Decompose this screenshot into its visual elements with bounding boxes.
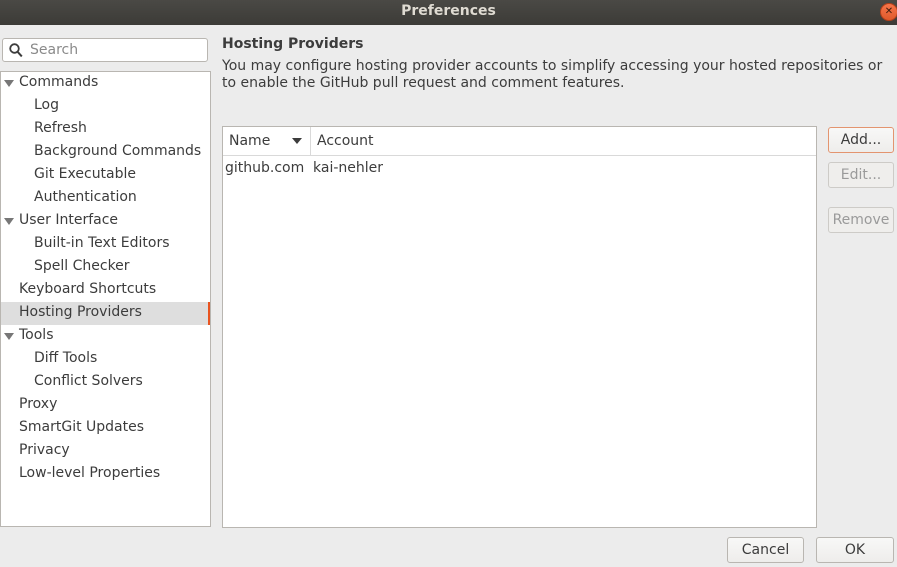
sidebar-item-label: Git Executable	[34, 166, 137, 182]
table-row[interactable]: github.com kai-nehler	[223, 156, 816, 180]
sidebar-item-label: Keyboard Shortcuts	[19, 281, 157, 297]
search-icon	[9, 43, 23, 58]
sidebar-item-label: Commands	[19, 74, 99, 90]
sidebar-item-git-executable[interactable]: Git Executable	[1, 164, 210, 187]
sidebar-item-keyboard-shortcuts[interactable]: Keyboard Shortcuts	[1, 279, 210, 302]
cell-account: kai-nehler	[313, 160, 383, 176]
title-bar: Preferences ✕	[0, 0, 897, 25]
sidebar-item-smartgit-updates[interactable]: SmartGit Updates	[1, 417, 210, 440]
sidebar-item-label: Log	[34, 97, 60, 113]
sidebar-item-label: Built-in Text Editors	[34, 235, 170, 251]
table-header: Name Account	[223, 127, 816, 156]
edit-button[interactable]: Edit...	[828, 162, 894, 188]
sidebar-item-conflict-solvers[interactable]: Conflict Solvers	[1, 371, 210, 394]
sidebar-item-proxy[interactable]: Proxy	[1, 394, 210, 417]
sidebar-item-tools[interactable]: Tools	[1, 325, 210, 348]
sidebar-item-privacy[interactable]: Privacy	[1, 440, 210, 463]
sidebar-item-label: User Interface	[19, 212, 119, 228]
sidebar-item-label: Diff Tools	[34, 350, 98, 366]
column-divider[interactable]	[310, 127, 311, 155]
sidebar-item-label: Privacy	[19, 442, 70, 458]
sidebar-item-label: Conflict Solvers	[34, 373, 143, 389]
sidebar-item-hosting-providers[interactable]: Hosting Providers	[1, 302, 210, 325]
sidebar-item-label: Low-level Properties	[19, 465, 161, 481]
column-header-name[interactable]: Name	[229, 127, 270, 155]
search-placeholder: Search	[30, 42, 79, 58]
sidebar-item-label: Background Commands	[34, 143, 202, 159]
ok-button[interactable]: OK	[816, 537, 894, 563]
sidebar-item-log[interactable]: Log	[1, 95, 210, 118]
sidebar-item-label: Hosting Providers	[19, 304, 142, 320]
sidebar-item-spell-checker[interactable]: Spell Checker	[1, 256, 210, 279]
cell-name: github.com	[225, 160, 305, 176]
page-description: You may configure hosting provider accou…	[222, 58, 883, 91]
sidebar-item-commands[interactable]: Commands	[1, 72, 210, 95]
sidebar-item-user-interface[interactable]: User Interface	[1, 210, 210, 233]
sidebar-item-label: Proxy	[19, 396, 58, 412]
sidebar-item-refresh[interactable]: Refresh	[1, 118, 210, 141]
add-button[interactable]: Add...	[828, 127, 894, 153]
expand-arrow-icon[interactable]	[4, 218, 14, 225]
sidebar-item-diff-tools[interactable]: Diff Tools	[1, 348, 210, 371]
hosting-providers-table[interactable]: Name Account github.com kai-nehler	[222, 126, 817, 528]
sidebar-item-label: Spell Checker	[34, 258, 130, 274]
sidebar-item-label: Refresh	[34, 120, 87, 136]
sort-descending-icon[interactable]	[292, 138, 302, 144]
sidebar-item-low-level-properties[interactable]: Low-level Properties	[1, 463, 210, 486]
remove-button[interactable]: Remove	[828, 207, 894, 233]
cancel-button[interactable]: Cancel	[727, 537, 804, 563]
preferences-tree[interactable]: Commands Log Refresh Background Commands Git…	[0, 71, 211, 527]
column-header-account[interactable]: Account	[317, 127, 374, 155]
window-title: Preferences	[401, 3, 496, 19]
close-icon[interactable]: ✕	[880, 3, 897, 21]
sidebar-item-authentication[interactable]: Authentication	[1, 187, 210, 210]
expand-arrow-icon[interactable]	[4, 80, 14, 87]
sidebar-item-label: Authentication	[34, 189, 137, 205]
search-input[interactable]: Search	[2, 38, 208, 62]
expand-arrow-icon[interactable]	[4, 333, 14, 340]
sidebar-item-background-commands[interactable]: Background Commands	[1, 141, 210, 164]
sidebar-item-label: Tools	[19, 327, 54, 343]
sidebar-item-built-in-text-editors[interactable]: Built-in Text Editors	[1, 233, 210, 256]
page-title: Hosting Providers	[222, 36, 364, 52]
sidebar-item-label: SmartGit Updates	[19, 419, 145, 435]
